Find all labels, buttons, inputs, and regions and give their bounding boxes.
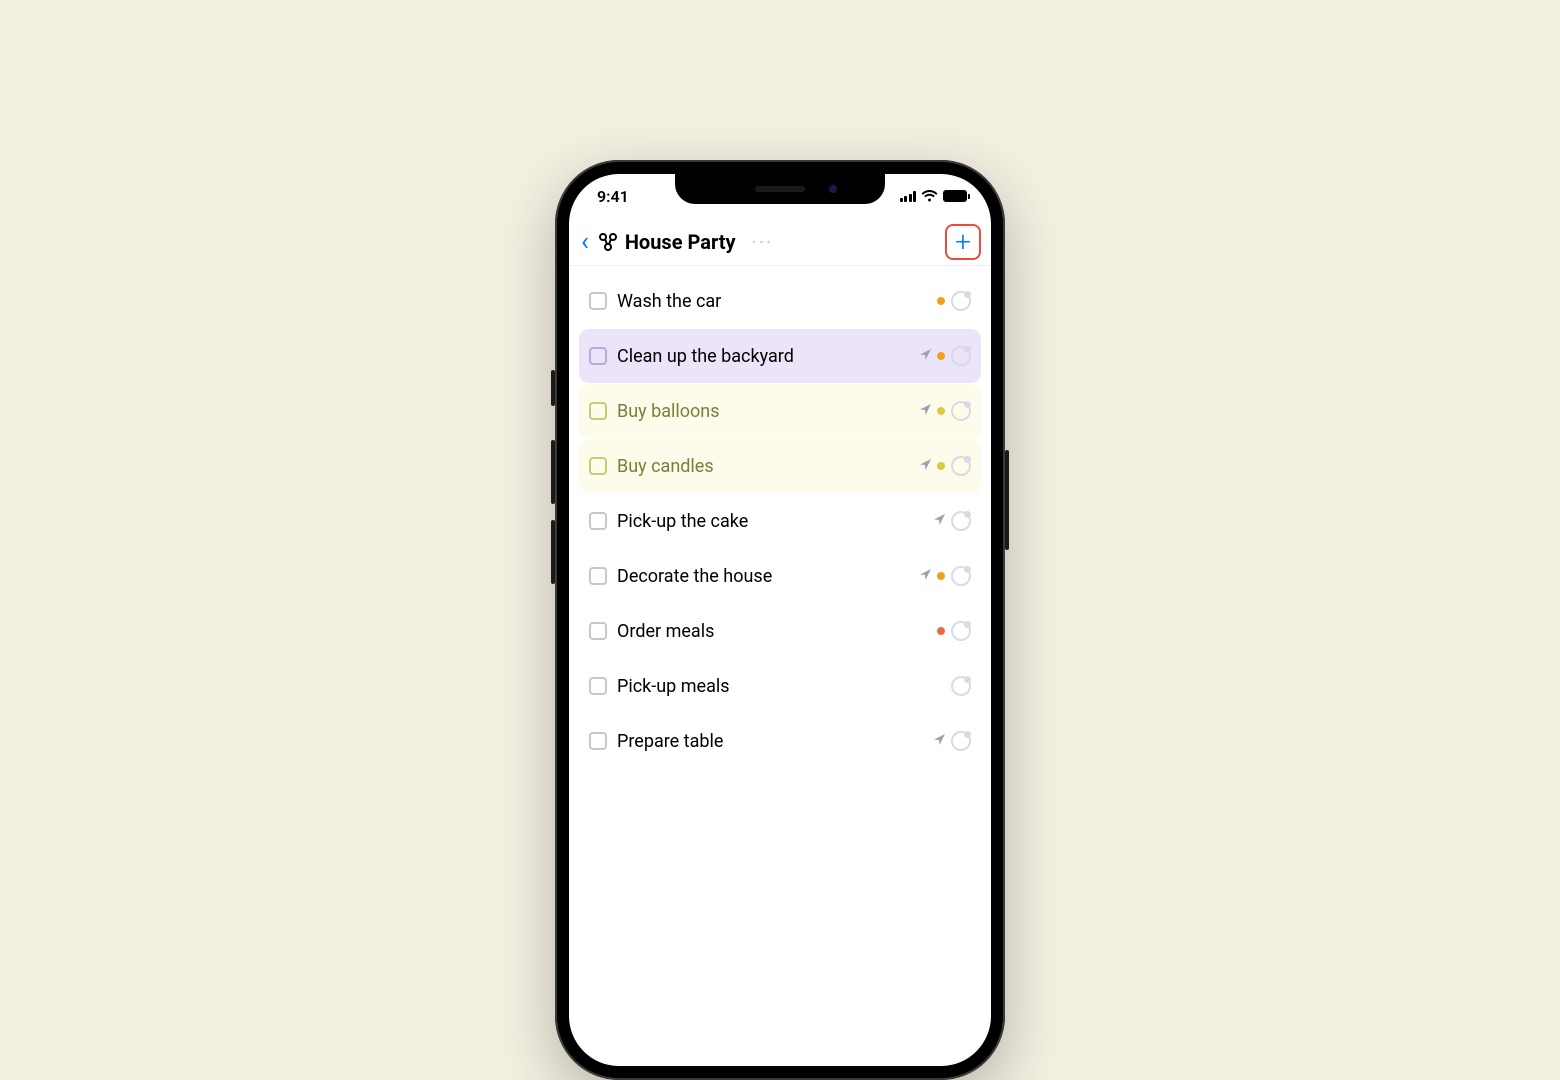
priority-dot-icon xyxy=(937,462,945,470)
priority-dot-icon xyxy=(937,407,945,415)
task-title: Clean up the backyard xyxy=(617,346,910,367)
assignee-avatar[interactable] xyxy=(951,731,971,751)
volume-up xyxy=(551,440,555,504)
task-row[interactable]: Decorate the house xyxy=(579,549,981,603)
location-icon xyxy=(920,404,931,419)
phone-frame: 9:41 ‹ House Party ··· + Wash the car Cle… xyxy=(555,160,1005,1080)
task-checkbox[interactable] xyxy=(589,457,607,475)
task-title: Pick-up the cake xyxy=(617,511,924,532)
project-icon xyxy=(597,231,619,253)
power-button xyxy=(1005,450,1009,550)
priority-dot-icon xyxy=(937,297,945,305)
priority-dot-icon xyxy=(937,627,945,635)
task-title: Pick-up meals xyxy=(617,676,941,697)
location-icon xyxy=(934,514,945,529)
task-indicators xyxy=(934,731,971,751)
task-title: Buy balloons xyxy=(617,401,910,422)
notch xyxy=(675,174,885,204)
task-title: Order meals xyxy=(617,621,927,642)
cellular-signal-icon xyxy=(900,191,917,202)
task-checkbox[interactable] xyxy=(589,567,607,585)
task-checkbox[interactable] xyxy=(589,347,607,365)
assignee-avatar[interactable] xyxy=(951,511,971,531)
task-indicators xyxy=(920,401,971,421)
task-title: Wash the car xyxy=(617,291,927,312)
back-button[interactable]: ‹ xyxy=(579,229,591,255)
more-button[interactable]: ··· xyxy=(746,230,780,254)
task-indicators xyxy=(937,291,971,311)
task-indicators xyxy=(937,621,971,641)
task-row[interactable]: Pick-up the cake xyxy=(579,494,981,548)
location-icon xyxy=(920,569,931,584)
task-checkbox[interactable] xyxy=(589,292,607,310)
volume-down xyxy=(551,520,555,584)
task-indicators xyxy=(920,566,971,586)
priority-dot-icon xyxy=(937,572,945,580)
nav-bar: ‹ House Party ··· + xyxy=(569,218,991,266)
assignee-avatar[interactable] xyxy=(951,401,971,421)
page-title: House Party xyxy=(625,230,736,254)
task-checkbox[interactable] xyxy=(589,732,607,750)
status-time: 9:41 xyxy=(597,187,629,206)
mute-switch xyxy=(551,370,555,406)
assignee-avatar[interactable] xyxy=(951,456,971,476)
wifi-icon xyxy=(921,190,938,202)
location-icon xyxy=(934,734,945,749)
task-row[interactable]: Pick-up meals xyxy=(579,659,981,713)
task-row[interactable]: Buy balloons xyxy=(579,384,981,438)
task-title: Buy candles xyxy=(617,456,910,477)
assignee-avatar[interactable] xyxy=(951,621,971,641)
task-title: Prepare table xyxy=(617,731,924,752)
task-row[interactable]: Buy candles xyxy=(579,439,981,493)
task-indicators xyxy=(951,676,971,696)
priority-dot-icon xyxy=(937,352,945,360)
location-icon xyxy=(920,349,931,364)
battery-icon xyxy=(943,190,967,202)
screen: 9:41 ‹ House Party ··· + Wash the car Cle… xyxy=(569,174,991,1066)
task-row[interactable]: Prepare table xyxy=(579,714,981,768)
assignee-avatar[interactable] xyxy=(951,346,971,366)
task-checkbox[interactable] xyxy=(589,677,607,695)
task-checkbox[interactable] xyxy=(589,402,607,420)
task-indicators xyxy=(934,511,971,531)
task-indicators xyxy=(920,456,971,476)
assignee-avatar[interactable] xyxy=(951,676,971,696)
task-checkbox[interactable] xyxy=(589,622,607,640)
task-row[interactable]: Clean up the backyard xyxy=(579,329,981,383)
location-icon xyxy=(920,459,931,474)
task-checkbox[interactable] xyxy=(589,512,607,530)
status-indicators xyxy=(900,190,968,202)
task-title: Decorate the house xyxy=(617,566,910,587)
add-task-button[interactable]: + xyxy=(945,224,981,260)
task-list: Wash the car Clean up the backyard Buy bal… xyxy=(569,266,991,768)
assignee-avatar[interactable] xyxy=(951,291,971,311)
task-row[interactable]: Wash the car xyxy=(579,274,981,328)
task-indicators xyxy=(920,346,971,366)
task-row[interactable]: Order meals xyxy=(579,604,981,658)
assignee-avatar[interactable] xyxy=(951,566,971,586)
